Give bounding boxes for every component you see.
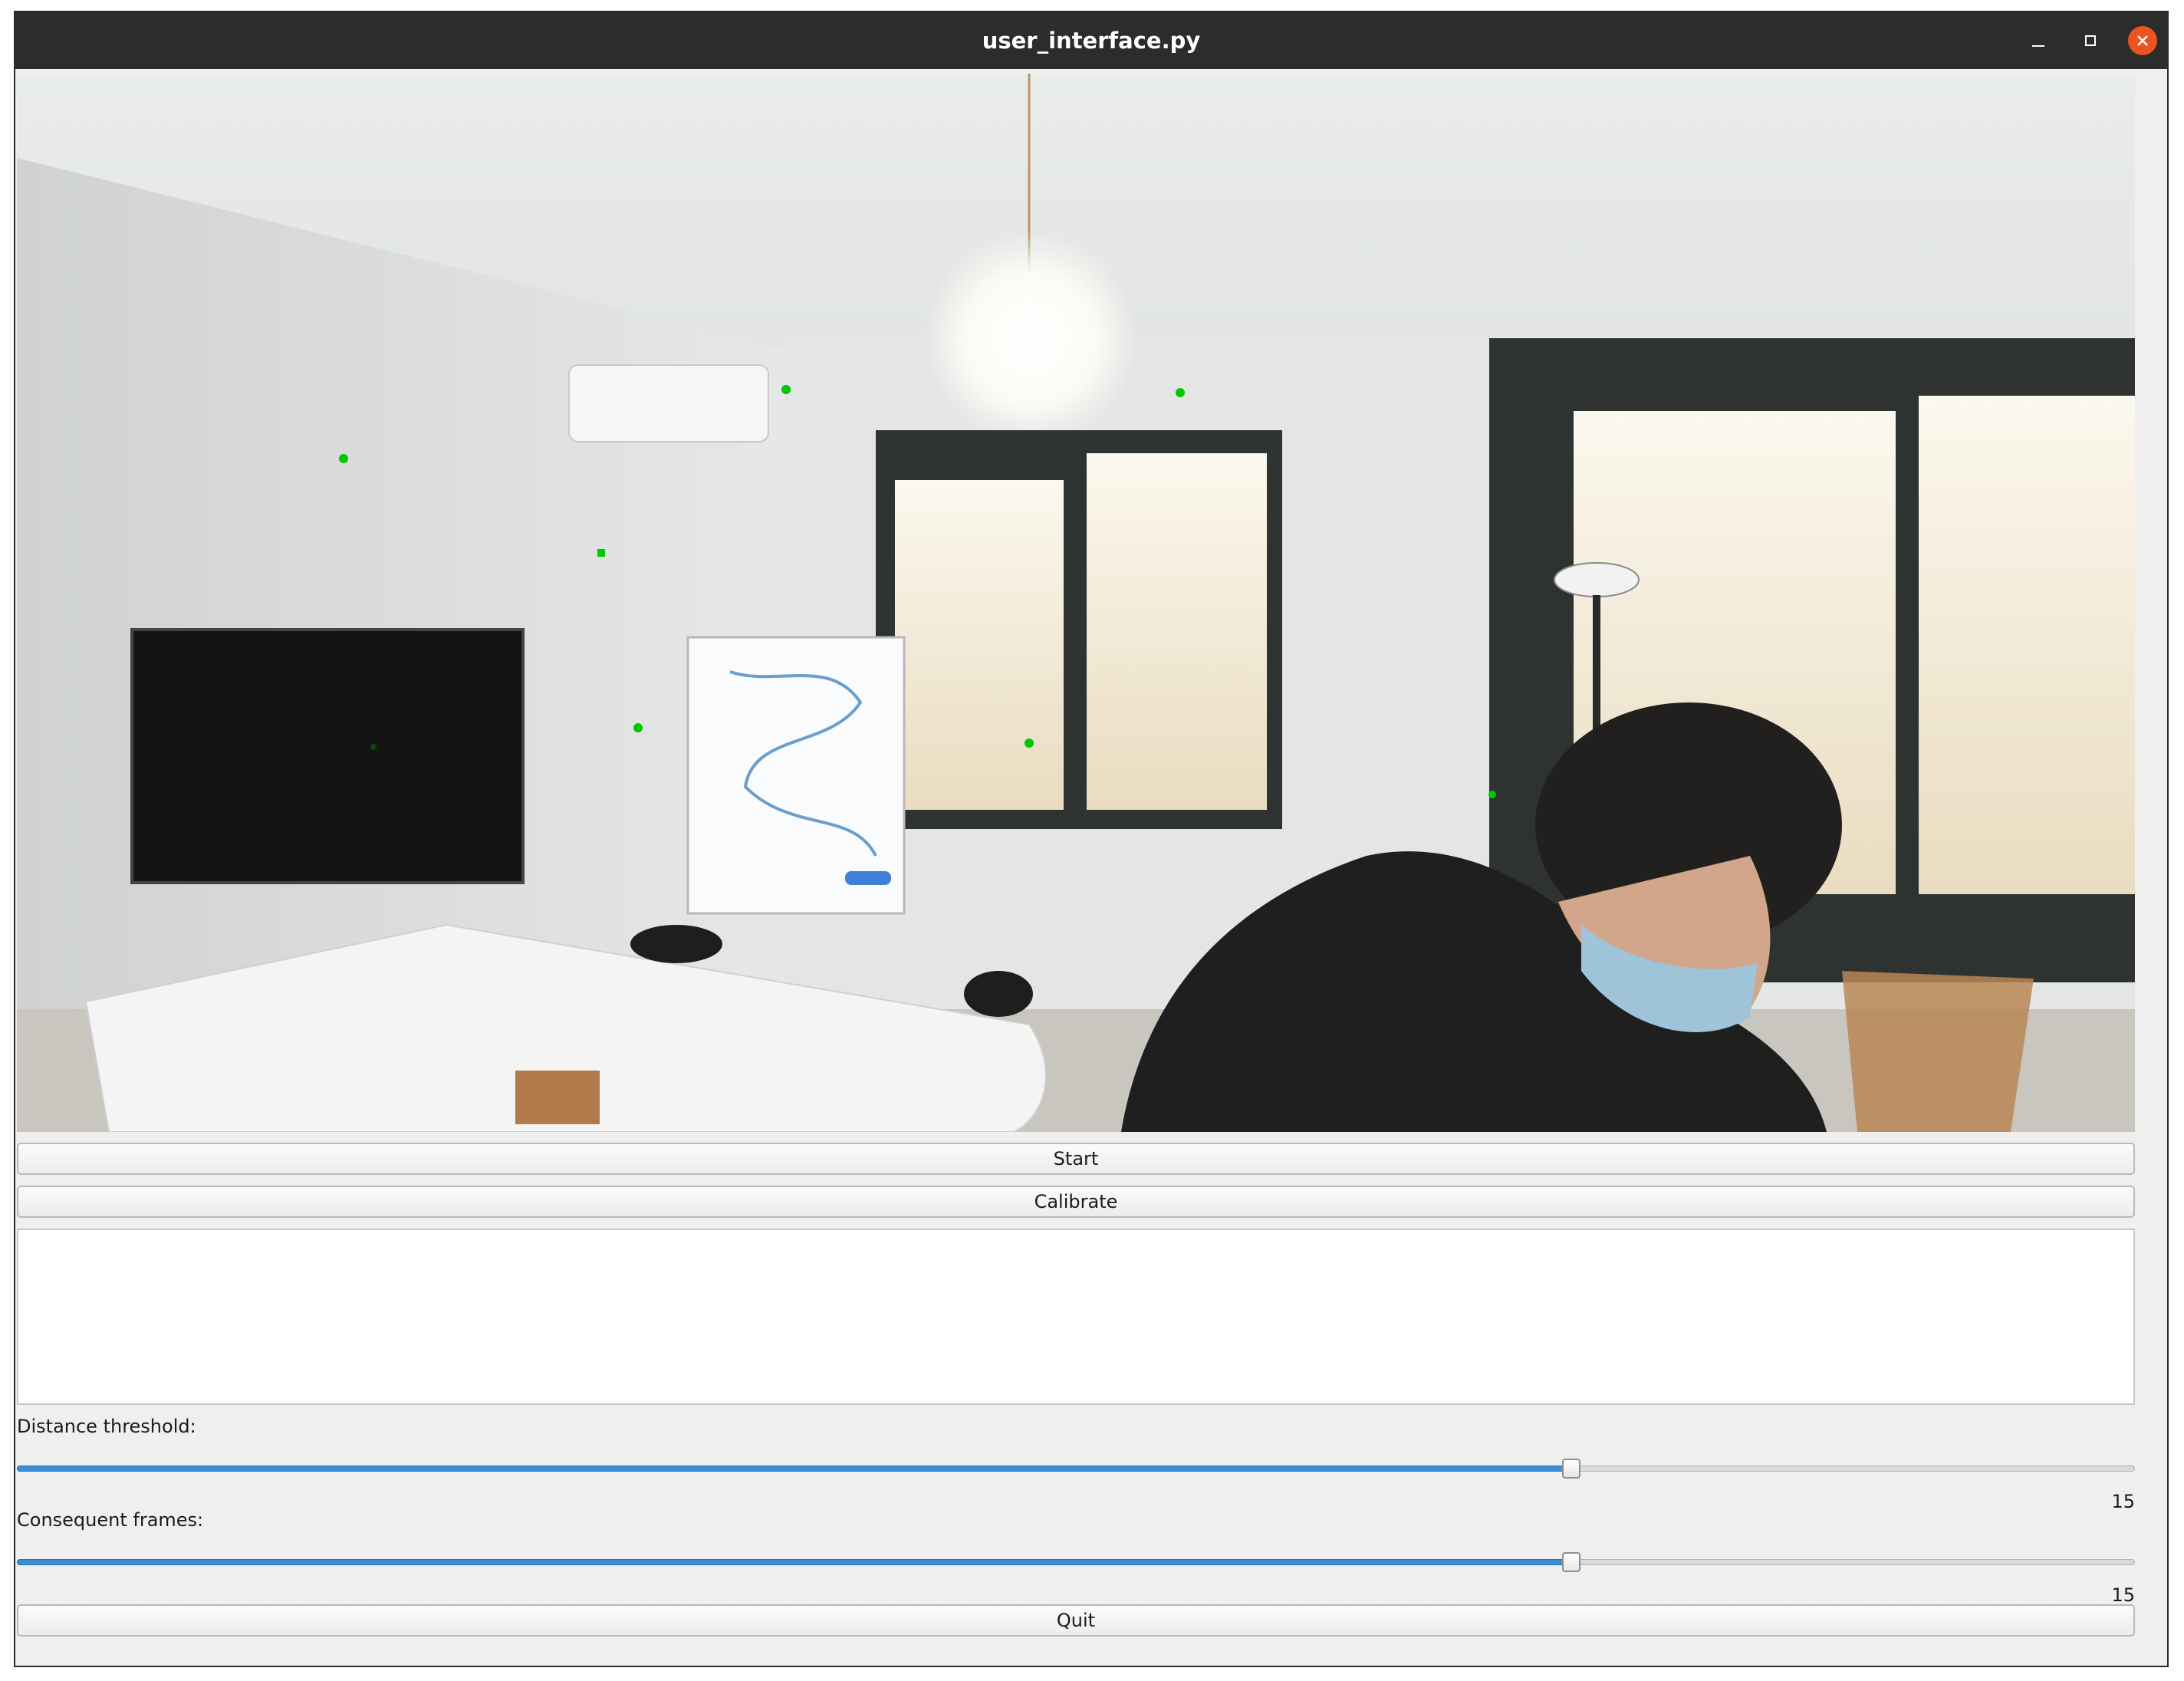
distance-threshold-value: 15	[2111, 1491, 2135, 1512]
output-text-area[interactable]	[17, 1229, 2135, 1405]
minimize-button[interactable]	[2023, 25, 2054, 56]
slider-fill	[17, 1559, 1572, 1565]
distance-threshold-label: Distance threshold:	[17, 1416, 196, 1437]
distance-threshold-slider[interactable]	[17, 1457, 2135, 1480]
close-button[interactable]	[2127, 25, 2158, 56]
quit-button[interactable]: Quit	[17, 1604, 2135, 1637]
minimize-icon	[2032, 45, 2044, 47]
consequent-frames-label: Consequent frames:	[17, 1509, 204, 1531]
consequent-frames-slider[interactable]	[17, 1551, 2135, 1574]
calibrate-button[interactable]: Calibrate	[17, 1186, 2135, 1218]
camera-feed	[17, 74, 2135, 1132]
close-icon	[2128, 26, 2157, 55]
slider-fill	[17, 1466, 1572, 1472]
consequent-frames-value: 15	[2111, 1584, 2135, 1606]
start-button[interactable]: Start	[17, 1143, 2135, 1175]
maximize-button[interactable]	[2075, 25, 2106, 56]
slider-handle[interactable]	[1562, 1459, 1581, 1479]
slider-handle[interactable]	[1562, 1552, 1581, 1572]
maximize-icon	[2085, 35, 2096, 46]
window-title: user_interface.py	[982, 28, 1201, 54]
title-bar[interactable]: user_interface.py	[15, 12, 2167, 69]
camera-frame-image	[17, 74, 2135, 1132]
